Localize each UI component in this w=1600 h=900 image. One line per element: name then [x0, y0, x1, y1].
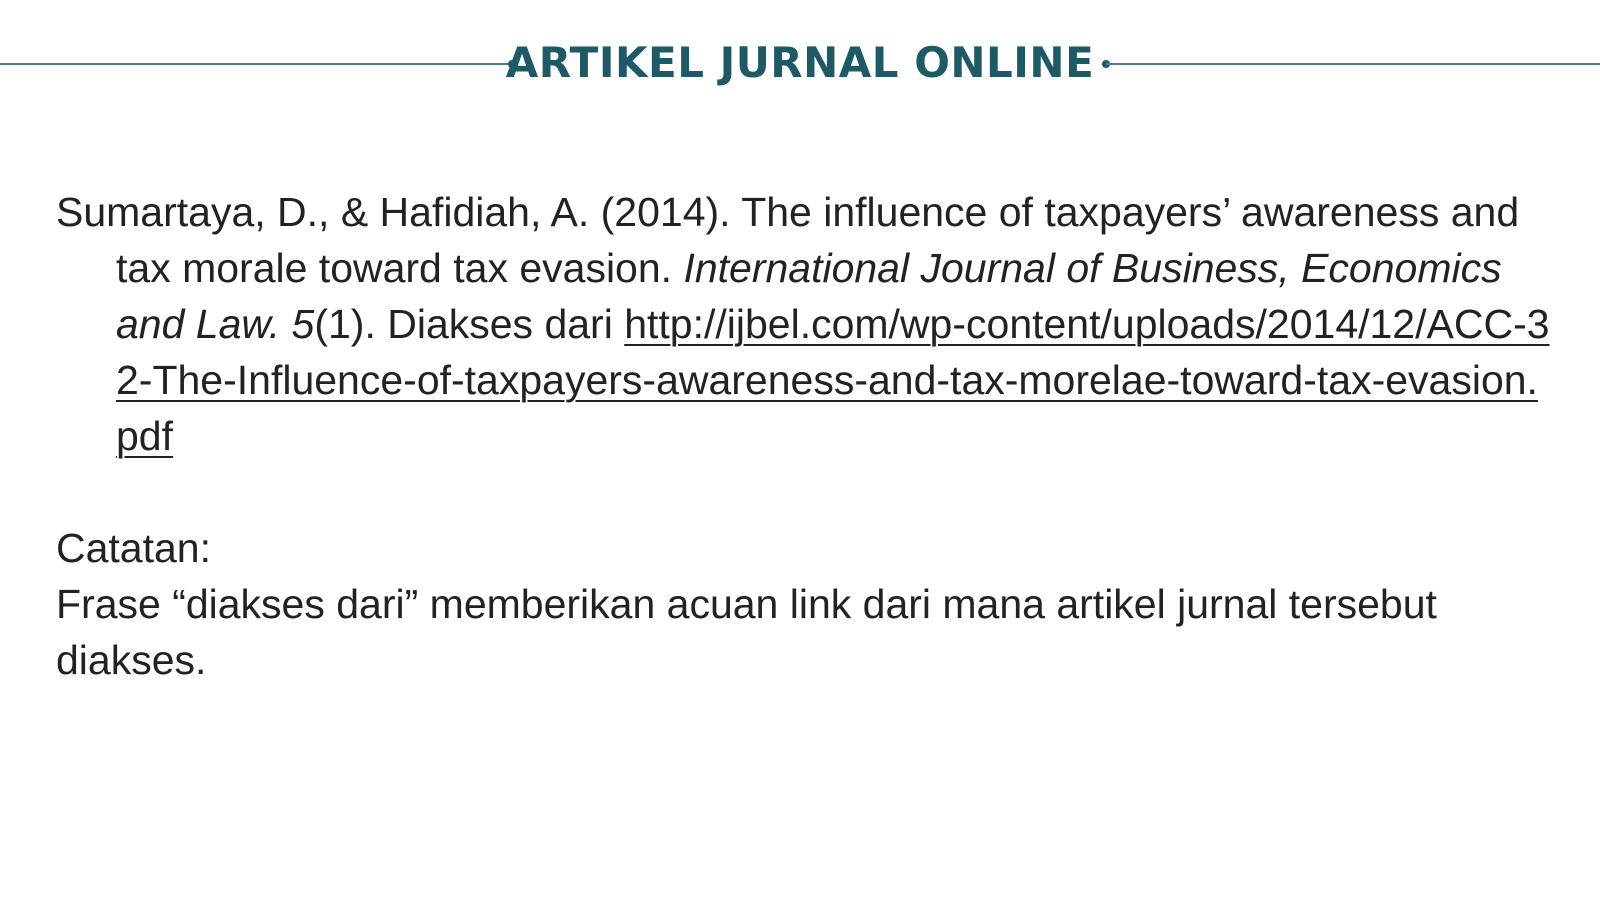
slide-header: ARTIKEL JURNAL ONLINE	[0, 30, 1600, 94]
reference-issue: (1). Diakses dari	[314, 301, 625, 347]
note-label: Catatan:	[56, 525, 211, 571]
header-rule-right	[1106, 63, 1600, 65]
note-text: Frase “diakses dari” memberikan acuan li…	[56, 581, 1437, 683]
reference-entry: Sumartaya, D., & Hafidiah, A. (2014). Th…	[56, 184, 1556, 464]
note-section: Catatan: Frase “diakses dari” memberikan…	[56, 520, 1556, 688]
slide-content: Sumartaya, D., & Hafidiah, A. (2014). Th…	[56, 184, 1556, 688]
